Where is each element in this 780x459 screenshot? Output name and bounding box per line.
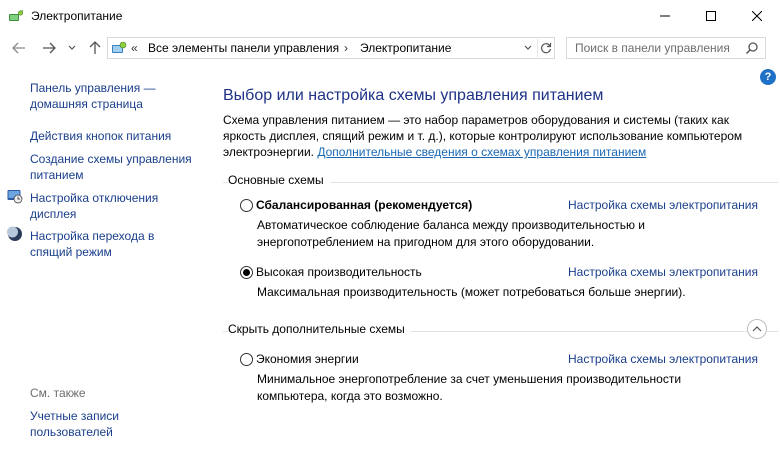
navigation-bar: « Все элементы панели управления › Элект… (0, 32, 780, 64)
search-icon[interactable] (745, 41, 759, 55)
arrow-up-icon (89, 41, 101, 54)
chevron-down-icon (524, 45, 532, 50)
sidebar-link-power-buttons[interactable]: Действия кнопок питания (30, 128, 171, 144)
back-button[interactable] (10, 39, 28, 57)
sidebar-link-user-accounts-line1[interactable]: Учетные записи (30, 408, 119, 424)
sidebar-link-sleep-line2[interactable]: спящий режим (30, 244, 154, 260)
sidebar-link-home[interactable]: Панель управления — домашняя страница (30, 80, 156, 112)
sidebar-link-user-accounts[interactable]: Учетные записи пользователей (30, 408, 119, 440)
address-dropdown-button[interactable] (520, 39, 536, 57)
collapse-button[interactable] (747, 319, 767, 339)
chevron-up-icon (752, 326, 762, 332)
recent-locations-button[interactable] (65, 39, 79, 57)
sidebar-link-sleep-line1[interactable]: Настройка перехода в (30, 228, 154, 244)
search-box[interactable]: Поиск в панели управления (566, 37, 766, 59)
plan-balanced-description: Автоматическое соблюдение баланса между … (257, 218, 646, 249)
chevron-down-icon (68, 45, 76, 50)
section-preferred-plans: Основные схемы (223, 173, 778, 191)
minimize-icon (660, 15, 670, 17)
close-button[interactable] (734, 0, 780, 32)
address-bar[interactable]: « Все элементы панели управления › Элект… (107, 37, 555, 59)
control-panel-icon (112, 41, 127, 53)
page-title: Выбор или настройка схемы управления пит… (223, 87, 604, 104)
refresh-button[interactable] (537, 39, 554, 57)
section-preferred-plans-label: Основные схемы (228, 173, 330, 187)
plan-balanced-settings-link[interactable]: Настройка схемы электропитания (568, 198, 758, 212)
see-also-heading: См. также (30, 386, 86, 400)
arrow-left-icon (12, 42, 25, 54)
sidebar-link-display-off-line2[interactable]: дисплея (30, 206, 158, 222)
refresh-icon (540, 43, 552, 54)
section-hidden-plans-label[interactable]: Скрыть дополнительные схемы (228, 322, 411, 336)
arrow-right-icon (43, 42, 56, 54)
window-title: Электропитание (31, 9, 123, 23)
section-hidden-plans: Скрыть дополнительные схемы (223, 319, 778, 340)
more-info-link[interactable]: Дополнительные сведения о схемах управле… (317, 145, 646, 159)
plan-high-performance-radio[interactable] (240, 266, 253, 279)
sidebar-link-create-plan[interactable]: Создание схемы управления питанием (30, 151, 192, 183)
maximize-button[interactable] (688, 0, 734, 32)
plan-balanced-name[interactable]: Сбалансированная (рекомендуется) (256, 198, 472, 212)
sidebar-link-create-plan-line2[interactable]: питанием (30, 167, 192, 183)
plan-power-saver-radio[interactable] (240, 353, 253, 366)
sidebar-link-user-accounts-line2[interactable]: пользователей (30, 424, 119, 440)
plan-high-performance-name[interactable]: Высокая производительность (256, 265, 422, 279)
sidebar-link-sleep[interactable]: Настройка перехода в спящий режим (30, 228, 154, 260)
minimize-button[interactable] (642, 0, 688, 32)
page-description: Схема управления питанием — это набор па… (223, 112, 758, 160)
sidebar-link-power-buttons-label[interactable]: Действия кнопок питания (30, 128, 171, 144)
plan-high-performance-settings-link[interactable]: Настройка схемы электропитания (568, 265, 758, 279)
address-overflow-chevron[interactable]: « (131, 41, 138, 55)
close-icon (752, 11, 762, 21)
help-button[interactable]: ? (760, 69, 776, 85)
moon-sleep-icon (7, 226, 22, 241)
sidebar-link-create-plan-line1[interactable]: Создание схемы управления (30, 151, 192, 167)
sidebar-link-display-off-line1[interactable]: Настройка отключения (30, 190, 158, 206)
breadcrumb-power-options[interactable]: Электропитание (360, 41, 451, 55)
sidebar-link-home-line1[interactable]: Панель управления — (30, 80, 156, 96)
sidebar-link-display-off[interactable]: Настройка отключения дисплея (30, 190, 158, 222)
plan-power-saver-name[interactable]: Экономия энергии (256, 352, 359, 366)
search-placeholder[interactable]: Поиск в панели управления (575, 41, 730, 55)
plan-power-saver-settings-link[interactable]: Настройка схемы электропитания (568, 352, 758, 366)
sidebar-link-home-line2[interactable]: домашняя страница (30, 96, 156, 112)
power-options-icon (9, 10, 24, 21)
forward-button[interactable] (40, 39, 58, 57)
breadcrumb-separator[interactable]: › (344, 41, 348, 55)
sidebar: Панель управления — домашняя страница Де… (0, 64, 200, 459)
up-button[interactable] (86, 39, 104, 57)
plan-power-saver-description: Минимальное энергопотребление за счет ум… (257, 372, 682, 403)
breadcrumb-all-items[interactable]: Все элементы панели управления (148, 41, 339, 55)
maximize-icon (706, 11, 716, 21)
display-off-icon (7, 190, 23, 204)
plan-balanced-radio[interactable] (240, 199, 253, 212)
title-bar: Электропитание (0, 0, 780, 32)
plan-high-performance-description: Максимальная производительность (может п… (257, 285, 686, 299)
